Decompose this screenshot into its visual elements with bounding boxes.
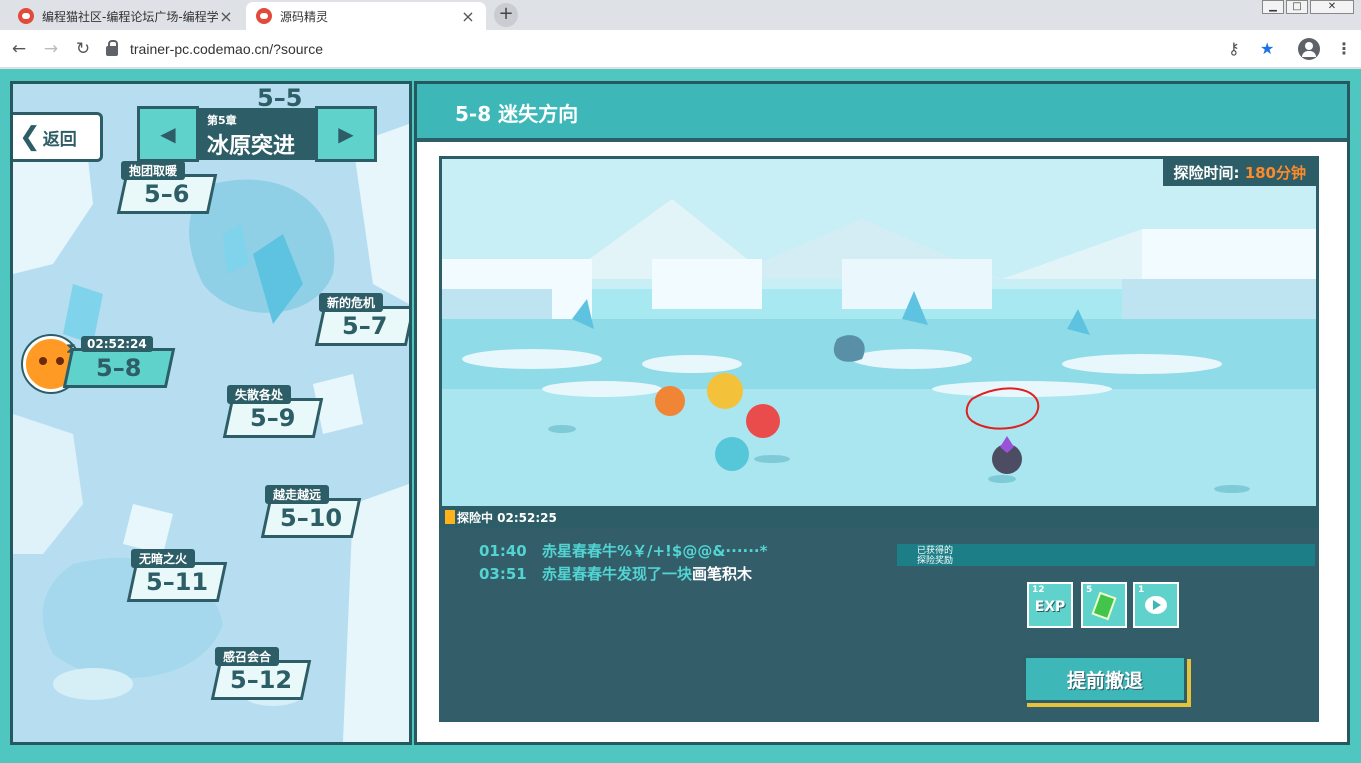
chapter-name: 冰原突进 (207, 134, 296, 159)
chapter-number: 第5章 (207, 114, 237, 127)
minimize-button[interactable]: ▁ (1262, 0, 1284, 14)
exploring-status: 探险中 02:52:25 (439, 506, 1319, 528)
book-icon (1145, 596, 1167, 614)
close-window-button[interactable]: ✕ (1310, 0, 1354, 14)
chevron-left-icon: ❮ (19, 122, 41, 152)
retreat-early-button[interactable]: 提前撤退 (1023, 655, 1187, 703)
tab-codemao-community[interactable]: 编程猫社区-编程论坛广场-编程学 × (8, 2, 244, 30)
level-node-5-8[interactable]: 5–8 (62, 348, 176, 388)
url-text[interactable]: trainer-pc.codemao.cn/?source (130, 41, 323, 57)
reward-exp[interactable]: 12 EXP (1027, 582, 1073, 628)
chapter-title: 第5章 冰原突进 (199, 108, 315, 160)
back-label: 返回 (42, 129, 77, 150)
explore-timer: 02:52:24 (81, 336, 153, 352)
level-name: 感召会合 (215, 647, 280, 666)
reward-count: 5 (1086, 585, 1093, 595)
level-box: 5–10 (260, 498, 362, 538)
level-node-5-11[interactable]: 无暗之火 5–11 (126, 548, 228, 602)
panel-header: 5-8 迷失方向 (417, 84, 1347, 142)
level-number: 5–8 (96, 354, 142, 382)
game-frame: 5–5 ❮ 返回 ◀ 第5章 冰原突进 ▶ 抱团取暖 5–6 新的危机 5–7 … (0, 69, 1361, 763)
reload-icon[interactable]: ↻ (72, 38, 94, 60)
log-time: 01:40 (479, 542, 527, 560)
star-icon[interactable]: ★ (1260, 39, 1274, 58)
codemao-favicon-icon (18, 8, 34, 24)
explore-time-label: 探险时间: (1173, 164, 1240, 182)
level-node-5-7[interactable]: 新的危机 5–7 (314, 292, 409, 346)
browser-toolbar: ← → ↻ trainer-pc.codemao.cn/?source ⚷ ★ … (0, 30, 1361, 68)
level-number: 5–10 (279, 504, 343, 532)
explore-duration-badge: 探险时间: 180分钟 (1163, 159, 1316, 186)
level-number: 5–9 (250, 404, 296, 432)
level-panel: 5-8 迷失方向 探险时间: 180分钟 探险中 02:52:25 01:40 … (414, 81, 1350, 745)
exp-icon: EXP (1034, 599, 1066, 615)
lock-icon[interactable] (106, 40, 118, 56)
reward-count: 1 (1138, 585, 1145, 595)
log-entry: 01:40 赤星春春牛%￥/+!$@@&······* (479, 540, 767, 561)
codemao-favicon-icon (256, 8, 272, 24)
level-box: 5–8 (62, 348, 176, 388)
ice-landscape-illustration (442, 159, 1316, 506)
level-box: 5–9 (222, 398, 324, 438)
log-text: 赤星春春牛%￥/+!$@@&······* (541, 542, 768, 560)
level-number: 5–11 (145, 568, 209, 596)
level-node-5-10[interactable]: 越走越远 5–10 (260, 484, 362, 538)
chapter-map: 5–5 ❮ 返回 ◀ 第5章 冰原突进 ▶ 抱团取暖 5–6 新的危机 5–7 … (10, 81, 412, 745)
chapter-selector: ◀ 第5章 冰原突进 ▶ (137, 106, 377, 162)
level-node-5-6[interactable]: 抱团取暖 5–6 (116, 160, 218, 214)
gem-icon (1091, 591, 1117, 621)
prev-chapter-button[interactable]: ◀ (137, 106, 199, 162)
level-number: 5–6 (144, 180, 190, 208)
exploration-scene: 探险时间: 180分钟 (439, 156, 1319, 506)
reward-book[interactable]: 1 (1133, 582, 1179, 628)
level-name: 失散各处 (227, 385, 292, 404)
maximize-button[interactable]: □ (1286, 0, 1308, 14)
exploration-log: 01:40 赤星春春牛%￥/+!$@@&······* 03:51 赤星春春牛发… (439, 528, 1319, 722)
level-box: 5–6 (116, 174, 218, 214)
address-bar[interactable]: trainer-pc.codemao.cn/?source (106, 34, 1296, 64)
new-tab-button[interactable]: + (494, 3, 518, 27)
forward-arrow-icon[interactable]: → (40, 38, 62, 60)
level-name: 抱团取暖 (121, 161, 186, 180)
level-box: 5–11 (126, 562, 228, 602)
reward-header: 已获得的 探险奖励 (897, 544, 1315, 566)
reward-gem[interactable]: 5 (1081, 582, 1127, 628)
triangle-right-icon: ▶ (338, 122, 354, 146)
menu-dots-icon[interactable]: ⋮ (1336, 39, 1352, 58)
back-arrow-icon[interactable]: ← (8, 38, 30, 60)
key-icon[interactable]: ⚷ (1228, 39, 1240, 58)
log-time: 03:51 (479, 565, 527, 583)
level-number: 5–7 (342, 312, 388, 340)
triangle-left-icon: ◀ (160, 122, 176, 146)
log-text: 赤星春春牛发现了一块 (541, 565, 692, 583)
log-item: 画笔积木 (692, 565, 753, 583)
tab-title: 编程猫社区-编程论坛广场-编程学 (42, 9, 218, 24)
tab-source-sprite[interactable]: 源码精灵 × (246, 2, 486, 30)
reward-title-line-2: 探险奖励 (917, 556, 954, 566)
level-name: 新的危机 (319, 293, 384, 312)
level-name: 无暗之火 (131, 549, 196, 568)
next-chapter-button[interactable]: ▶ (315, 106, 377, 162)
level-name: 越走越远 (265, 485, 330, 504)
explore-time-value: 180分钟 (1244, 164, 1306, 182)
level-number: 5–12 (229, 666, 293, 694)
level-box: 5–7 (314, 306, 409, 346)
level-node-5-12[interactable]: 感召会合 5–12 (210, 646, 312, 700)
profile-avatar-icon[interactable] (1298, 38, 1320, 60)
level-title: 5-8 迷失方向 (455, 102, 579, 126)
reward-title-line-1: 已获得的 (917, 546, 954, 556)
back-button[interactable]: ❮ 返回 (13, 112, 103, 162)
tab-title: 源码精灵 (280, 9, 329, 24)
close-icon[interactable]: × (460, 7, 476, 26)
tab-strip: 编程猫社区-编程论坛广场-编程学 × 源码精灵 × + ▁ □ ✕ (0, 0, 1361, 30)
reward-count: 12 (1032, 585, 1045, 595)
close-icon[interactable]: × (218, 7, 234, 26)
log-entry: 03:51 赤星春春牛发现了一块画笔积木 (479, 563, 752, 584)
level-box: 5–12 (210, 660, 312, 700)
level-node-5-9[interactable]: 失散各处 5–9 (222, 384, 324, 438)
